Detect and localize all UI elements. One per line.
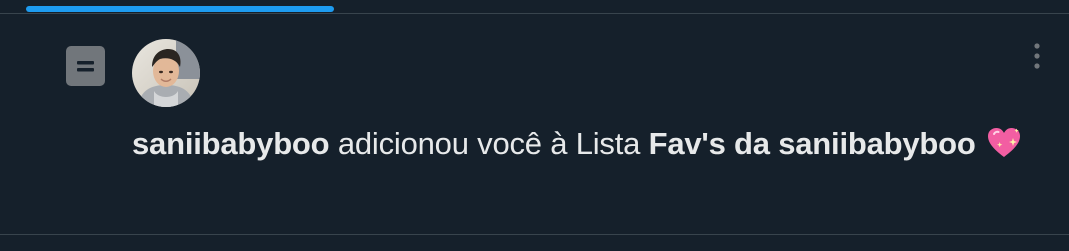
sparkling-heart-icon — [986, 126, 1022, 174]
action-text: adicionou você à Lista — [329, 126, 649, 161]
actor-username-link[interactable]: saniibabyboo — [132, 126, 330, 161]
bottom-divider — [0, 234, 1069, 235]
list-name-link[interactable]: Fav's da saniibabyboo — [649, 126, 976, 161]
list-added-notification[interactable]: saniibabyboo adicionou você à Lista Fav'… — [0, 14, 1069, 234]
list-icon — [66, 46, 105, 86]
notification-text: saniibabyboo adicionou você à Lista Fav'… — [132, 120, 1032, 174]
more-options-button[interactable] — [1022, 38, 1052, 74]
actor-avatar[interactable] — [132, 39, 200, 107]
more-vertical-icon — [1034, 43, 1040, 69]
active-tab-indicator — [26, 6, 334, 12]
